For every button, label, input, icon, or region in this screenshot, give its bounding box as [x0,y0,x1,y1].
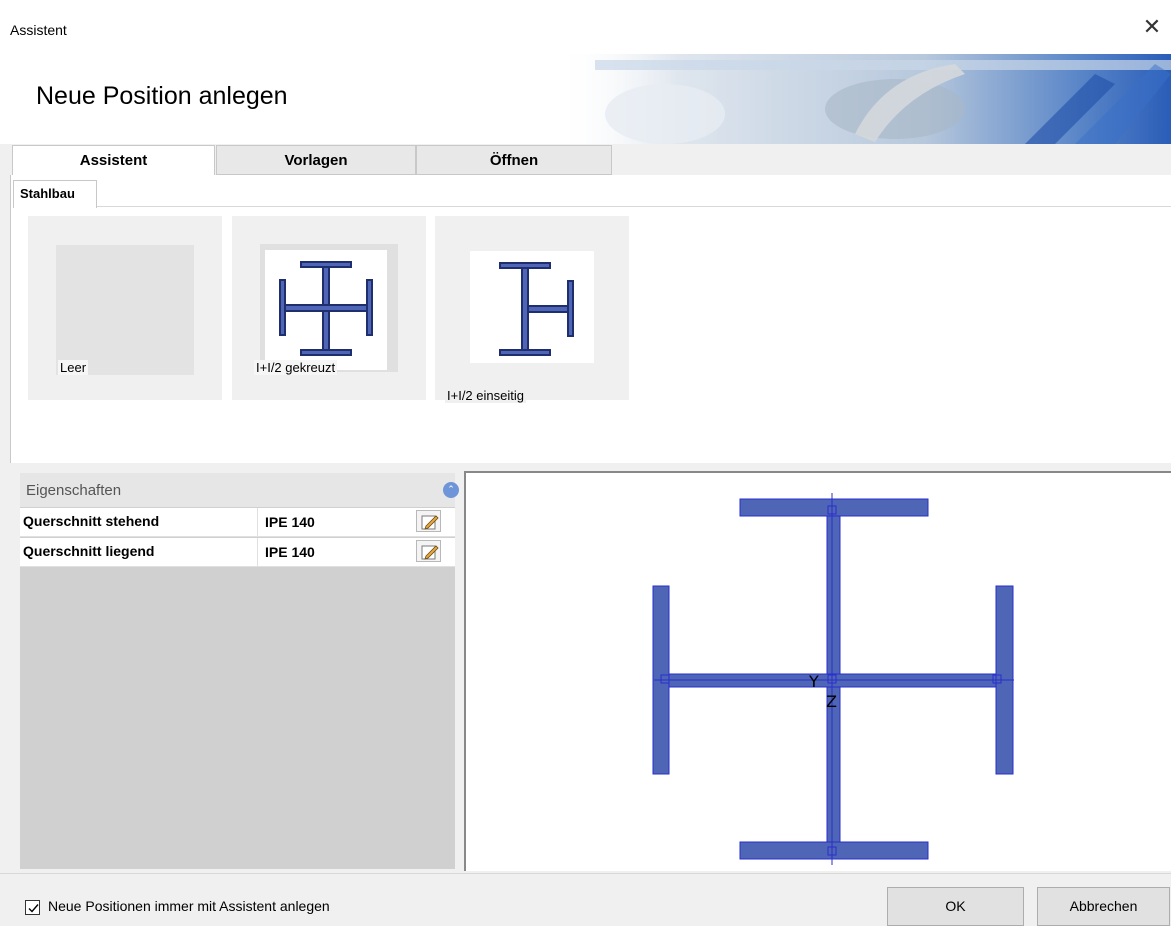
subtab-stahlbau[interactable]: Stahlbau [13,180,97,208]
window-title: Assistent [10,22,67,38]
axis-z-label: Z [826,692,837,711]
axis-y-label: Y [808,672,819,691]
template-einseitig[interactable]: I+I/2 einseitig [435,216,629,403]
property-value[interactable]: IPE 140 [265,514,315,530]
property-value[interactable]: IPE 140 [265,544,315,560]
template-label: I+I/2 gekreuzt [254,360,338,375]
ok-button[interactable]: OK [887,887,1024,926]
template-label: Leer [58,360,89,375]
banner-image [555,54,1171,144]
header-banner: Neue Position anlegen [0,48,1171,144]
template-leer[interactable]: Leer [28,216,222,400]
property-name: Querschnitt stehend [23,513,160,529]
subtab-divider [97,206,1171,207]
template-label: I+I/2 einseitig [445,388,526,403]
tab-assistent[interactable]: Assistent [12,145,215,176]
collapse-icon[interactable]: ⌃ [443,482,459,498]
property-row: Querschnitt stehend IPE 140 [20,508,455,537]
cancel-button[interactable]: Abbrechen [1037,887,1170,926]
column-separator [257,538,258,567]
crossed-i-beam-icon [265,250,387,370]
cross-section-drawing: Y Z [652,493,1014,865]
properties-header: Eigenschaften ⌃ [20,473,459,507]
properties-title: Eigenschaften [26,482,122,499]
template-gekreuzt[interactable]: I+I/2 gekreuzt [232,216,426,400]
one-sided-i-beam-icon [470,251,594,363]
checkmark-icon [28,904,39,913]
always-assistant-checkbox[interactable] [25,900,40,915]
edit-icon [421,545,439,560]
edit-property-button[interactable] [416,510,441,532]
property-name: Querschnitt liegend [23,543,155,559]
edit-property-button[interactable] [416,540,441,562]
tab-vorlagen[interactable]: Vorlagen [216,145,416,175]
cross-section-preview: Y Z [464,471,1171,871]
tab-oeffnen[interactable]: Öffnen [416,145,612,175]
edit-icon [421,515,439,530]
page-title: Neue Position anlegen [36,82,288,110]
empty-icon [56,245,194,375]
close-icon[interactable]: ✕ [1138,14,1166,42]
property-row: Querschnitt liegend IPE 140 [20,538,455,567]
column-separator [257,508,258,537]
checkbox-label[interactable]: Neue Positionen immer mit Assistent anle… [48,898,330,914]
title-bar: Assistent ✕ [0,0,1171,48]
